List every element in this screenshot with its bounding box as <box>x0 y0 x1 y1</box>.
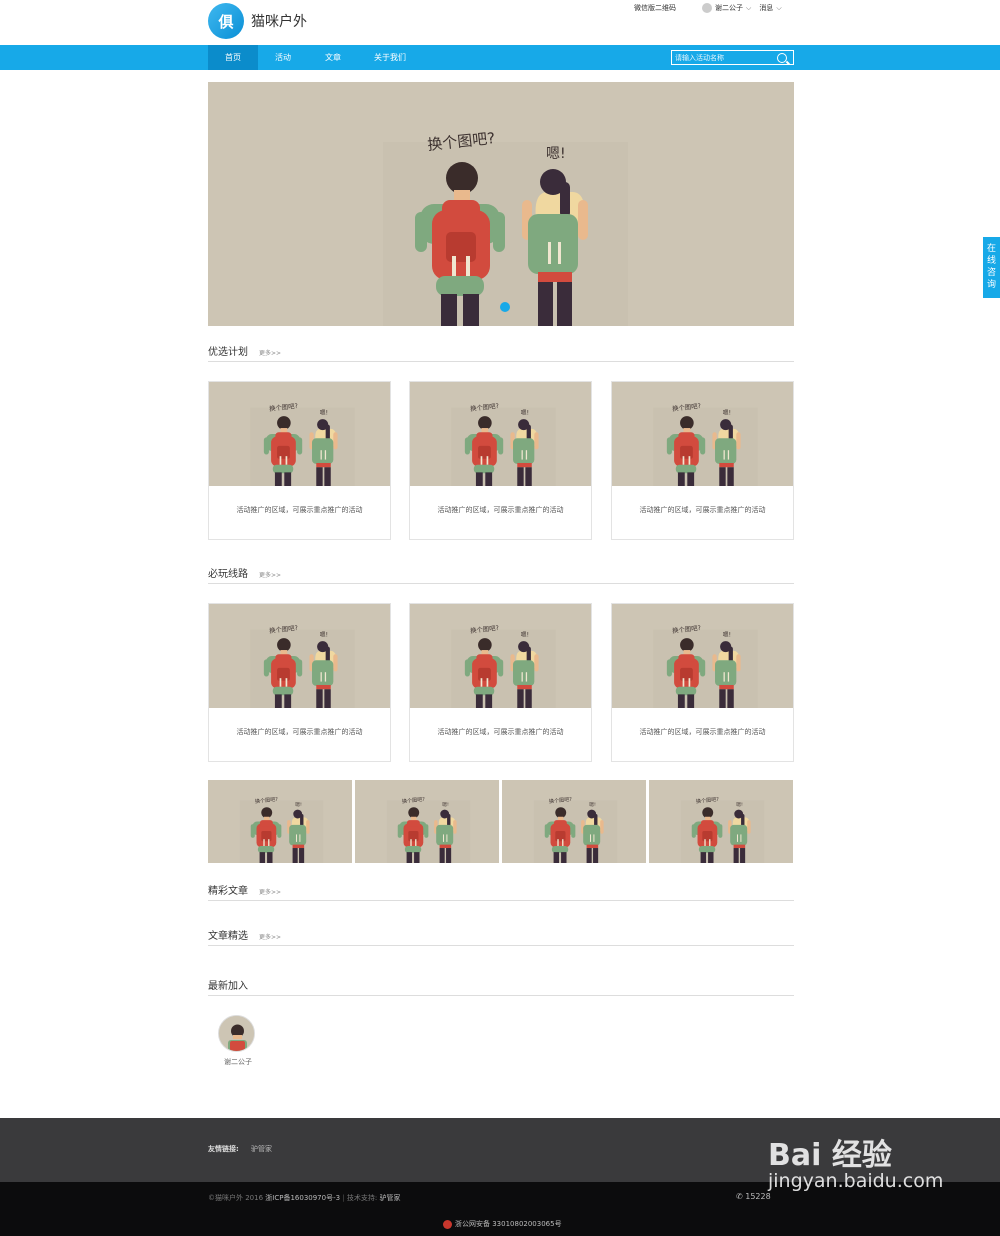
copyright: ©猫咪户外 2016 <box>208 1194 264 1202</box>
svg-text:嗯!: 嗯! <box>442 802 449 808</box>
hero-banner[interactable]: 换个图吧? 嗯! <box>208 82 794 326</box>
route-card[interactable]: 换个图吧? 嗯! 活动推广的区域，可展示重点推广的活动 <box>611 603 794 762</box>
tech-support-label: 技术支持: <box>346 1194 378 1202</box>
activity-card[interactable]: 换个图吧? 嗯! 活动推广的区域，可展示重点推广的活动 <box>409 381 592 540</box>
card-image: 换个图吧? 嗯! <box>209 604 390 708</box>
phone: ✆ 15228 <box>736 1192 771 1201</box>
thumb-image: 换个图吧? 嗯! <box>208 780 352 863</box>
svg-text:嗯!: 嗯! <box>521 409 529 416</box>
route-thumb[interactable]: 换个图吧? 嗯! <box>649 780 793 863</box>
card-caption: 活动推广的区域，可展示重点推广的活动 <box>639 728 766 736</box>
carousel-dot[interactable] <box>500 302 510 312</box>
card-caption: 活动推广的区域，可展示重点推广的活动 <box>437 506 564 514</box>
route-card[interactable]: 换个图吧? 嗯! 活动推广的区域，可展示重点推广的活动 <box>409 603 592 762</box>
section-title: 必玩线路 <box>208 569 248 580</box>
svg-text:嗯!: 嗯! <box>320 409 328 416</box>
svg-text:嗯!: 嗯! <box>723 409 731 416</box>
section-routes-header: 必玩线路 更多>> <box>208 567 794 584</box>
user-menu[interactable]: 谢二公子 ⌵ <box>702 3 759 13</box>
site-logo[interactable]: 俱 猫咪户外 <box>208 3 307 39</box>
svg-text:嗯!: 嗯! <box>521 631 529 638</box>
top-right-bar: 微信版二维码 谢二公子 ⌵ 消息 ⌵ <box>634 3 790 13</box>
nav-item-articles[interactable]: 文章 <box>308 45 358 70</box>
watermark-logo: Bai 经验 <box>768 1138 892 1173</box>
messages-menu[interactable]: 消息 ⌵ <box>759 3 789 13</box>
nav-item-home[interactable]: 首页 <box>208 45 258 70</box>
section-title: 最新加入 <box>208 981 248 992</box>
icp-link[interactable]: 浙ICP备16030970号-3 <box>265 1194 340 1202</box>
svg-text:嗯!: 嗯! <box>736 802 743 808</box>
friend-link[interactable]: 驴管家 <box>251 1145 272 1153</box>
route-thumb[interactable]: 换个图吧? 嗯! <box>355 780 499 863</box>
more-link[interactable]: 更多>> <box>259 348 281 357</box>
user-avatar-icon <box>702 3 712 13</box>
logo-badge: 俱 <box>208 3 244 39</box>
chevron-down-icon: ⌵ <box>746 3 752 12</box>
watermark-url: jingyan.baidu.com <box>768 1170 944 1192</box>
police-record-text: 浙公网安备 33010802003065号 <box>455 1220 562 1228</box>
card-caption: 活动推广的区域，可展示重点推广的活动 <box>236 728 363 736</box>
site-name: 猫咪户外 <box>251 14 307 30</box>
card-image: 换个图吧? 嗯! <box>612 604 793 708</box>
username: 谢二公子 <box>715 4 743 12</box>
copyright-line: ©猫咪户外 2016 浙ICP备16030970号-3 | 技术支持: 驴管家 <box>208 1193 401 1203</box>
messages-label: 消息 <box>759 4 774 12</box>
card-caption: 活动推广的区域，可展示重点推广的活动 <box>639 506 766 514</box>
more-link[interactable]: 更多>> <box>259 570 281 579</box>
member-item[interactable]: 谢二公子 <box>218 1015 258 1067</box>
phone-icon: ✆ <box>736 1192 743 1201</box>
thumb-image: 换个图吧? 嗯! <box>502 780 646 863</box>
route-card[interactable]: 换个图吧? 嗯! 活动推广的区域，可展示重点推广的活动 <box>208 603 391 762</box>
svg-text:嗯!: 嗯! <box>295 802 302 808</box>
section-featured-header: 优选计划 更多>> <box>208 345 794 362</box>
section-title: 精彩文章 <box>208 886 248 897</box>
consult-label: 在线咨询 <box>987 244 997 290</box>
more-link[interactable]: 更多>> <box>259 887 281 896</box>
card-image: 换个图吧? 嗯! <box>410 382 591 486</box>
thumb-image: 换个图吧? 嗯! <box>649 780 793 863</box>
section-articles-header: 精彩文章 更多>> <box>208 884 794 901</box>
card-image: 换个图吧? 嗯! <box>209 382 390 486</box>
svg-text:嗯!: 嗯! <box>589 802 596 808</box>
activity-card[interactable]: 换个图吧? 嗯! 活动推广的区域，可展示重点推广的活动 <box>611 381 794 540</box>
card-image: 换个图吧? 嗯! <box>410 604 591 708</box>
svg-text:嗯!: 嗯! <box>546 146 566 162</box>
police-record[interactable]: 浙公网安备 33010802003065号 <box>443 1219 562 1229</box>
nav-item-about[interactable]: 关于我们 <box>358 45 422 70</box>
svg-text:嗯!: 嗯! <box>723 631 731 638</box>
route-thumb[interactable]: 换个图吧? 嗯! <box>208 780 352 863</box>
thumb-image: 换个图吧? 嗯! <box>355 780 499 863</box>
section-picks-header: 文章精选 更多>> <box>208 929 794 946</box>
avatar <box>218 1015 255 1052</box>
member-name: 谢二公子 <box>224 1058 252 1066</box>
baidu-watermark: Bai 经验 jingyan.baidu.com <box>768 1130 943 1192</box>
nav-item-activities[interactable]: 活动 <box>258 45 308 70</box>
banner-illustration: 换个图吧? 嗯! <box>208 82 794 326</box>
card-caption: 活动推广的区域，可展示重点推广的活动 <box>437 728 564 736</box>
wechat-qr-link[interactable]: 微信版二维码 <box>634 3 676 13</box>
online-consult-button[interactable]: 在线咨询 <box>983 237 1000 298</box>
section-newest-header: 最新加入 <box>208 979 794 996</box>
section-title: 文章精选 <box>208 931 248 942</box>
friend-links-label: 友情链接: <box>208 1145 239 1153</box>
more-link[interactable]: 更多>> <box>259 932 281 941</box>
search-input[interactable] <box>672 51 777 64</box>
top-header: 俱 猫咪户外 微信版二维码 谢二公子 ⌵ 消息 ⌵ <box>0 0 1000 45</box>
search-box <box>671 50 794 65</box>
chevron-down-icon: ⌵ <box>776 3 782 12</box>
police-emblem-icon <box>443 1219 452 1229</box>
main-nav: 首页 活动 文章 关于我们 <box>0 45 1000 70</box>
svg-text:嗯!: 嗯! <box>320 631 328 638</box>
search-icon[interactable] <box>777 52 787 63</box>
route-thumb[interactable]: 换个图吧? 嗯! <box>502 780 646 863</box>
phone-number: 15228 <box>745 1192 771 1201</box>
card-image: 换个图吧? 嗯! <box>612 382 793 486</box>
section-title: 优选计划 <box>208 347 248 358</box>
card-caption: 活动推广的区域，可展示重点推广的活动 <box>236 506 363 514</box>
tech-support-link[interactable]: 驴管家 <box>380 1194 401 1202</box>
activity-card[interactable]: 换个图吧? 嗯! 活动推广的区域，可展示重点推广的活动 <box>208 381 391 540</box>
